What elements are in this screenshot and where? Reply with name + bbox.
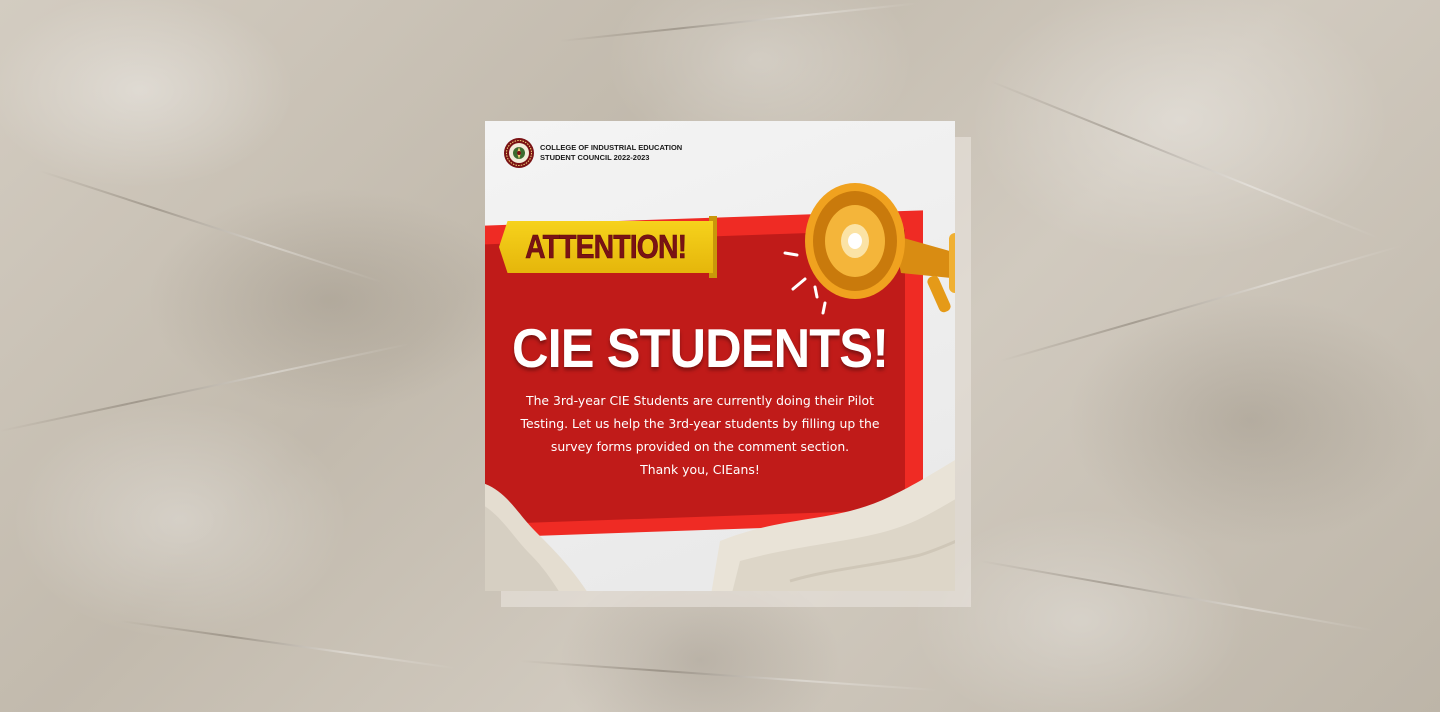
paper-crease — [979, 560, 1375, 632]
paper-crease — [989, 80, 1380, 240]
megaphone-icon — [783, 183, 955, 315]
poster-header: COLLEGE OF INDUSTRIAL EDUCATION STUDENT … — [503, 137, 682, 169]
paper-crease — [39, 170, 383, 284]
cloth-decoration-left — [485, 484, 587, 591]
attention-banner: ATTENTION! — [499, 221, 713, 273]
paper-crease — [559, 2, 919, 42]
banner-text: ATTENTION! — [525, 228, 688, 266]
org-line-1: COLLEGE OF INDUSTRIAL EDUCATION — [540, 143, 683, 152]
college-seal-icon — [504, 138, 534, 168]
org-line-2: STUDENT COUNCIL 2022-2023 — [540, 153, 650, 162]
body-line: The 3rd-year CIE Students are currently … — [526, 393, 874, 408]
announcement-poster: COLLEGE OF INDUSTRIAL EDUCATION STUDENT … — [485, 121, 955, 591]
paper-crease — [519, 660, 940, 692]
cloth-decoration-right — [711, 460, 955, 591]
paper-crease — [999, 244, 1405, 362]
paper-crease — [0, 342, 412, 432]
headline: CIE STUDENTS! — [512, 317, 889, 379]
body-line: Testing. Let us help the 3rd-year studen… — [520, 416, 880, 431]
org-name: COLLEGE OF INDUSTRIAL EDUCATION STUDENT … — [540, 143, 682, 163]
paper-crease — [119, 620, 457, 670]
